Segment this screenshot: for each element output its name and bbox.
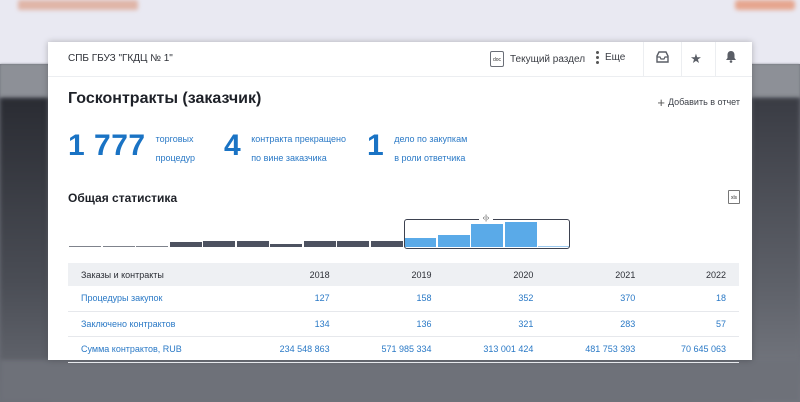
column-header: Заказы и контракты [81,269,164,280]
xls-export-icon[interactable]: xls [728,190,740,204]
timeline-bar[interactable] [337,240,369,247]
table-cell-link[interactable]: 18 [635,293,739,303]
background-button [735,0,795,10]
table-cell-link[interactable]: 158 [330,293,432,303]
kpi-value: 1 [367,129,385,162]
kpi-label: контракта прекращено по вине заказчика [251,134,347,163]
table-row: Заключено контрактов 134 136 321 283 57 [68,312,739,337]
inbox-icon[interactable] [652,50,672,68]
table-cell-link[interactable]: 127 [228,293,330,303]
table-cell-link[interactable]: 70 645 063 [635,344,739,354]
column-header: 2018 [309,269,330,280]
column-header: 2020 [513,269,534,280]
timeline-selection[interactable]: ‹|› [404,215,570,249]
kpi-label: дело по закупкам в роли ответчика [394,134,468,163]
timeline-bar[interactable] [270,244,302,247]
row-label-link[interactable]: Заключено контрактов [68,319,228,329]
drag-handle-icon[interactable]: ‹|› [479,215,493,223]
row-label-link[interactable]: Сумма контрактов, RUB [68,344,228,354]
toolbar-divider [681,42,682,76]
table-cell-link[interactable]: 321 [432,319,533,329]
table-cell-link[interactable]: 136 [330,319,432,329]
stats-table: Заказы и контракты 2018 2019 2020 2021 2… [68,263,739,363]
background-footer [0,360,800,402]
card-toolbar: СПБ ГБУЗ "ГКДЦ № 1" doc Текущий раздел Е… [48,42,752,77]
table-cell-link[interactable]: 234 548 863 [228,344,330,354]
year-timeline[interactable]: ‹|› [68,215,738,251]
star-icon[interactable]: ★ [686,50,706,68]
table-cell-link[interactable]: 571 985 334 [330,344,431,354]
more-button[interactable]: Еще [596,51,625,64]
column-header: 2019 [411,269,432,280]
timeline-bar[interactable] [303,240,336,247]
column-header: 2022 [705,269,726,280]
more-dots-icon [596,51,599,64]
timeline-bar[interactable] [69,245,101,247]
add-to-report-button[interactable]: + Добавить в отчет [657,95,740,110]
table-cell-link[interactable]: 481 753 393 [533,344,635,354]
timeline-bar[interactable] [203,240,235,247]
current-section-label: Текущий раздел [510,53,586,65]
timeline-bar[interactable] [236,240,269,247]
table-cell-link[interactable]: 57 [635,319,739,329]
organization-name: СПБ ГБУЗ "ГКДЦ № 1" [68,53,173,64]
table-header-row: Заказы и контракты 2018 2019 2020 2021 2… [68,263,739,286]
timeline-bar[interactable] [102,245,135,247]
table-cell-link[interactable]: 370 [533,293,635,303]
more-label: Еще [605,52,626,63]
kpi-label: торговых процедур [155,134,195,163]
column-header: 2021 [615,269,636,280]
plus-icon: + [657,95,665,110]
kpi-terminated-contracts[interactable]: 4 контракта прекращено по вине заказчика [224,130,346,168]
kpi-trading-procedures[interactable]: 1 777 торговых процедур [68,130,195,168]
table-row: Процедуры закупок 127 158 352 370 18 [68,286,739,312]
background-logo [18,0,138,10]
bell-icon[interactable] [721,50,741,68]
kpi-value: 1 777 [68,129,146,162]
current-section-button[interactable]: doc Текущий раздел [490,51,585,67]
kpi-procurement-cases[interactable]: 1 дело по закупкам в роли ответчика [367,130,467,168]
contracts-card: СПБ ГБУЗ "ГКДЦ № 1" doc Текущий раздел Е… [48,42,752,363]
add-to-report-label: Добавить в отчет [667,97,740,107]
row-label-link[interactable]: Процедуры закупок [68,293,228,303]
kpi-value: 4 [224,129,242,162]
doc-icon: doc [490,51,504,67]
section-title: Общая статистика [68,191,178,205]
table-row: Сумма контрактов, RUB 234 548 863 571 98… [68,337,739,363]
table-cell-link[interactable]: 283 [533,319,635,329]
toolbar-divider [643,42,644,76]
background-right-panel [752,98,800,402]
page-title: Госконтракты (заказчик) [68,90,262,107]
table-cell-link[interactable]: 352 [432,293,533,303]
table-cell-link[interactable]: 313 001 424 [432,344,533,354]
background-left-panel [0,98,48,402]
timeline-bar[interactable] [169,241,202,247]
timeline-bar[interactable] [370,240,403,247]
toolbar-divider [715,42,716,76]
table-cell-link[interactable]: 134 [228,319,330,329]
timeline-bar[interactable] [136,245,168,247]
